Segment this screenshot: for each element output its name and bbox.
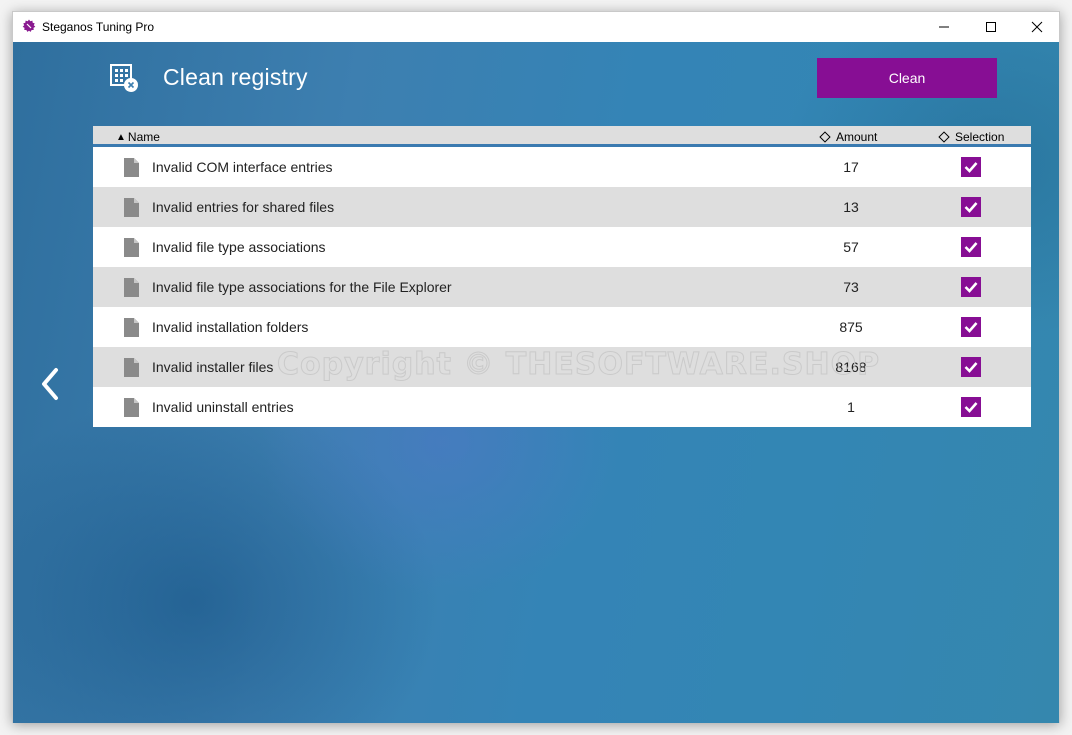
maximize-icon [986,22,996,32]
minimize-icon [939,26,949,28]
checkmark-icon [964,202,978,213]
row-name: Invalid installer files [152,359,274,375]
sort-ascending-icon: ▲ [116,131,126,143]
selection-checkbox[interactable] [961,197,981,217]
row-amount: 73 [843,279,859,295]
checkmark-icon [964,362,978,373]
row-name: Invalid uninstall entries [152,399,294,415]
file-icon [124,238,139,257]
registry-clean-icon [110,64,138,92]
chevron-left-icon [42,368,58,400]
row-name: Invalid COM interface entries [152,159,333,175]
table-row[interactable]: Invalid COM interface entries 17 [93,147,1031,187]
table-header: ▲ Name Amount Selection [93,126,1031,147]
column-header-label: Amount [836,130,878,144]
page-title: Clean registry [163,64,308,90]
checkmark-icon [964,162,978,173]
row-amount: 1 [847,399,855,415]
registry-table: ▲ Name Amount Selection Invalid COM inte… [93,126,1031,427]
table-row[interactable]: Invalid installation folders 875 [93,307,1031,347]
row-name: Invalid entries for shared files [152,199,335,215]
table-row[interactable]: Invalid entries for shared files 13 [93,187,1031,227]
row-name: Invalid file type associations [152,239,326,255]
sort-diamond-icon [819,131,831,143]
checkmark-icon [964,242,978,253]
window-title: Steganos Tuning Pro [42,20,155,34]
main-content: Clean registry Clean ▲ Name Amount Selec… [13,42,1059,723]
title-bar: Steganos Tuning Pro [13,12,1059,42]
close-icon [1031,21,1043,33]
row-name: Invalid installation folders [152,319,309,335]
file-icon [124,358,139,377]
column-header-amount[interactable]: Amount [819,130,877,144]
selection-checkbox[interactable] [961,157,981,177]
row-amount: 875 [839,319,863,335]
selection-checkbox[interactable] [961,277,981,297]
app-window: Steganos Tuning Pro Clean registry Clean [12,11,1060,723]
row-name: Invalid file type associations for the F… [152,279,452,295]
checkmark-icon [964,322,978,333]
file-icon [124,278,139,297]
sort-diamond-icon [938,131,950,143]
column-header-name[interactable]: ▲ Name [116,130,160,144]
selection-checkbox[interactable] [961,397,981,417]
selection-checkbox[interactable] [961,357,981,377]
close-button[interactable] [1014,12,1060,42]
column-header-label: Selection [955,130,1005,144]
selection-checkbox[interactable] [961,317,981,337]
table-row[interactable]: Invalid installer files 8168 [93,347,1031,387]
table-body: Invalid COM interface entries 17 Invalid e… [93,147,1031,427]
row-amount: 17 [843,159,859,175]
checkmark-icon [964,282,978,293]
table-row[interactable]: Invalid file type associations 57 [93,227,1031,267]
checkmark-icon [964,402,978,413]
file-icon [124,158,139,177]
maximize-button[interactable] [968,12,1014,42]
gear-icon [22,19,36,32]
row-amount: 13 [843,199,859,215]
selection-checkbox[interactable] [961,237,981,257]
file-icon [124,198,139,217]
file-icon [124,318,139,337]
table-row[interactable]: Invalid file type associations for the F… [93,267,1031,307]
back-button[interactable] [37,364,63,404]
column-header-label: Name [127,130,160,144]
table-row[interactable]: Invalid uninstall entries 1 [93,387,1031,427]
file-icon [124,398,139,417]
column-header-selection[interactable]: Selection [938,130,1004,144]
minimize-button[interactable] [921,12,967,42]
row-amount: 8168 [835,359,867,375]
clean-button[interactable]: Clean [817,58,997,98]
row-amount: 57 [843,239,859,255]
